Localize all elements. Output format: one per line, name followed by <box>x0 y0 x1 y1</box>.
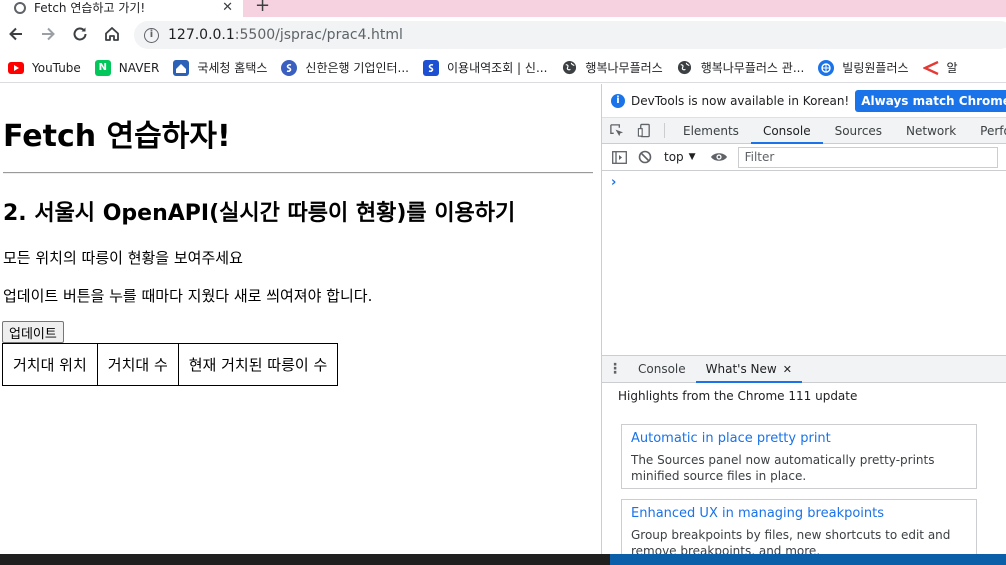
billing-icon <box>818 59 835 76</box>
context-value: top <box>664 150 684 164</box>
bookmark-billingone[interactable]: 빌링원플러스 <box>818 59 914 76</box>
console-prompt-chevron-icon: › <box>611 175 617 190</box>
card-description: The Sources panel now automatically pret… <box>631 453 935 483</box>
live-expression-eye-icon[interactable] <box>706 147 732 167</box>
whats-new-card[interactable]: Automatic in place pretty print The Sour… <box>621 424 977 489</box>
tab-performance[interactable]: Performance <box>968 118 1006 143</box>
bookmark-happytree-admin[interactable]: 행복나무플러스 관... <box>677 59 811 76</box>
bookmark-card-history[interactable]: 이용내역조회 | 신... <box>423 59 553 76</box>
reload-icon[interactable] <box>69 23 91 45</box>
sidebar-toggle-icon[interactable] <box>606 147 632 167</box>
section-heading: 2. 서울시 OpenAPI(실시간 따릉이 현황)를 이용하기 <box>3 201 516 226</box>
new-tab-button[interactable]: + <box>255 0 270 16</box>
globe-icon <box>677 60 693 76</box>
bookmarks-bar: YouTube N NAVER 국세청 홈택스 신한은행 기업인터... 이용내… <box>0 53 1006 83</box>
page-title: Fetch 연습하자! <box>3 119 231 154</box>
address-bar[interactable]: i 127.0.0.1:5500/jsprac/prac4.html <box>134 21 1006 49</box>
forward-arrow-icon[interactable] <box>37 23 59 45</box>
tab-close-icon[interactable]: ✕ <box>222 0 233 15</box>
context-selector[interactable]: top ▼ <box>658 150 702 164</box>
taskbar-accent <box>610 554 1006 565</box>
instruction-text-1: 모든 위치의 따릉이 현황을 보여주세요 <box>3 249 243 267</box>
close-icon[interactable]: ✕ <box>783 363 792 376</box>
browser-toolbar: i 127.0.0.1:5500/jsprac/prac4.html <box>0 17 1006 53</box>
bike-status-table: 거치대 위치 거치대 수 현재 거치된 따릉이 수 <box>2 343 339 386</box>
hometax-icon <box>173 59 190 76</box>
console-toolbar: top ▼ <box>602 144 1006 171</box>
console-filter-input[interactable] <box>737 146 998 168</box>
home-icon[interactable] <box>101 23 123 45</box>
card-icon <box>423 59 439 76</box>
devtools-infobar: i DevTools is now available in Korean! A… <box>602 84 1006 118</box>
device-toolbar-icon[interactable] <box>630 118 658 143</box>
devtools-panel: i DevTools is now available in Korean! A… <box>601 84 1006 554</box>
bookmark-label: YouTube <box>32 60 81 75</box>
update-button[interactable]: 업데이트 <box>2 321 64 343</box>
toolbar-separator <box>664 123 665 138</box>
bookmark-shinhan[interactable]: 신한은행 기업인터... <box>281 59 415 76</box>
tab-sources[interactable]: Sources <box>823 118 894 143</box>
browser-tab[interactable]: Fetch 연습하고 가기! ✕ <box>0 0 243 17</box>
whats-new-card[interactable]: Enhanced UX in managing breakpoints Grou… <box>621 499 977 554</box>
bookmark-label: 국세청 홈택스 <box>197 61 268 75</box>
tab-network[interactable]: Network <box>894 118 968 143</box>
header-rack-count: 거치대 수 <box>96 343 179 386</box>
site-info-icon[interactable]: i <box>144 27 159 43</box>
youtube-icon <box>8 61 24 74</box>
bookmark-label: 신한은행 기업인터... <box>305 61 409 75</box>
tab-strip: Fetch 연습하고 가기! ✕ + <box>0 0 1006 17</box>
card-title-link[interactable]: Enhanced UX in managing breakpoints <box>631 506 967 521</box>
whats-new-heading: Highlights from the Chrome 111 update <box>618 389 858 403</box>
bookmark-label: 행복나무플러스 관... <box>700 61 805 75</box>
tab-console[interactable]: Console <box>750 118 823 144</box>
arrow-icon <box>922 60 939 76</box>
info-icon: i <box>611 93 625 108</box>
instruction-text-2: 업데이트 버튼을 누를 때마다 지웠다 새로 씌여져야 합니다. <box>3 287 373 305</box>
web-page: Fetch 연습하자! 2. 서울시 OpenAPI(실시간 따릉이 현황)를 … <box>0 84 601 554</box>
globe-icon <box>561 60 577 76</box>
bookmark-partial[interactable]: 알 <box>922 59 964 76</box>
bookmark-hometax[interactable]: 국세청 홈택스 <box>173 59 273 76</box>
table-header-row: 거치대 위치 거치대 수 현재 거치된 따릉이 수 <box>2 343 339 386</box>
console-output[interactable]: › <box>602 171 1006 355</box>
bookmark-youtube[interactable]: YouTube <box>8 61 87 75</box>
tab-favicon-icon <box>14 1 26 14</box>
os-taskbar <box>0 554 1006 565</box>
drawer-tab-whats-new[interactable]: What's New ✕ <box>695 356 803 383</box>
tab-elements[interactable]: Elements <box>671 118 751 143</box>
drawer-tabbar: ⋮ Console What's New ✕ <box>602 355 1006 383</box>
infobar-message: DevTools is now available in Korean! <box>631 93 850 108</box>
bookmark-label: 이용내역조회 | 신... <box>447 61 548 75</box>
caret-down-icon: ▼ <box>688 152 696 162</box>
shinhan-icon <box>281 59 298 76</box>
drawer-menu-icon[interactable]: ⋮ <box>602 356 628 382</box>
clear-console-icon[interactable] <box>632 147 658 167</box>
bookmark-label: 알 <box>946 61 958 75</box>
address-url: 127.0.0.1:5500/jsprac/prac4.html <box>168 27 403 43</box>
match-language-button[interactable]: Always match Chrome's language <box>855 89 1006 112</box>
tab-title: Fetch 연습하고 가기! <box>34 1 146 15</box>
inspect-element-icon[interactable] <box>602 118 630 143</box>
back-arrow-icon[interactable] <box>5 23 27 45</box>
card-description: Group breakpoints by files, new shortcut… <box>631 528 951 554</box>
horizontal-rule <box>3 172 593 174</box>
bookmark-label: NAVER <box>118 60 160 75</box>
bookmark-label: 빌링원플러스 <box>842 61 909 75</box>
bookmark-label: 행복나무플러스 <box>585 61 663 75</box>
header-parked-bike-count: 현재 거치된 따릉이 수 <box>177 343 339 386</box>
drawer-tab-label: What's New <box>705 362 777 376</box>
bookmark-happytree[interactable]: 행복나무플러스 <box>561 59 668 76</box>
bookmark-naver[interactable]: N NAVER <box>94 59 166 76</box>
header-station-location: 거치대 위치 <box>2 343 98 386</box>
naver-icon: N <box>94 59 111 76</box>
drawer-tab-console[interactable]: Console <box>628 356 696 382</box>
devtools-tabbar: Elements Console Sources Network Perform… <box>602 118 1006 144</box>
card-title-link[interactable]: Automatic in place pretty print <box>631 431 967 446</box>
